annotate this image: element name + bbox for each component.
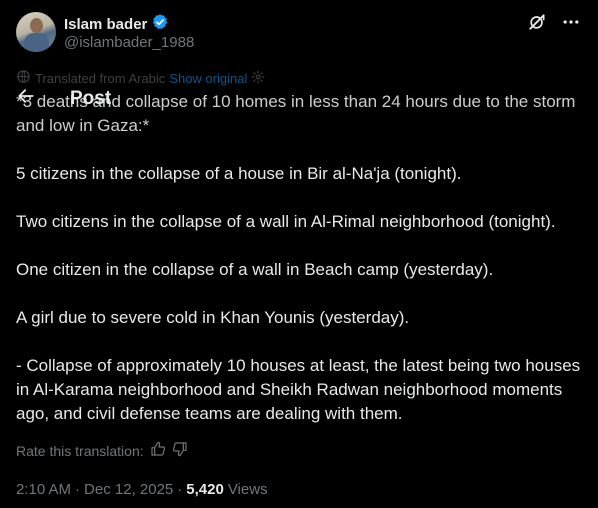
tweet-header: Islam bader @islambader_1988 — [0, 0, 598, 70]
tweet-date[interactable]: Dec 12, 2025 — [84, 481, 173, 498]
grok-icon[interactable] — [526, 11, 548, 33]
more-icon[interactable] — [560, 11, 582, 33]
page-title: Post — [70, 87, 112, 109]
thumbs-up-icon[interactable] — [150, 441, 166, 460]
header-actions — [526, 11, 582, 33]
tweet-paragraph: A girl due to severe cold in Khan Younis… — [16, 308, 410, 327]
top-nav: Post — [16, 86, 111, 111]
author-name-row: Islam bader — [64, 13, 169, 36]
author-handle[interactable]: @islambader_1988 — [64, 34, 194, 51]
tweet-paragraph: One citizen in the collapse of a wall in… — [16, 260, 494, 279]
author-name[interactable]: Islam bader — [64, 16, 147, 33]
tweet-paragraph: 5 citizens in the collapse of a house in… — [16, 164, 462, 183]
tweet-paragraph: Two citizens in the collapse of a wall i… — [16, 212, 556, 231]
avatar-figure-body — [24, 33, 49, 52]
translation-notice: Translated from Arabic Show original — [16, 69, 265, 87]
verified-badge-icon — [151, 13, 169, 36]
tweet-paragraph: - Collapse of approximately 10 houses at… — [16, 356, 581, 423]
avatar[interactable] — [16, 12, 56, 52]
rate-label: Rate this translation: — [16, 442, 144, 459]
tweet-time[interactable]: 2:10 AM — [16, 481, 71, 498]
tweet-meta: 2:10 AM · Dec 12, 2025 · 5,420 Views — [16, 481, 268, 498]
tweet-text: *3 deaths and collapse of 10 homes in le… — [16, 90, 582, 426]
rate-translation: Rate this translation: — [16, 441, 188, 460]
translate-icon — [16, 69, 31, 87]
views-label: Views — [227, 481, 268, 498]
back-arrow-icon[interactable] — [16, 86, 36, 111]
settings-icon[interactable] — [251, 70, 265, 87]
avatar-figure-head — [30, 18, 43, 33]
meta-separator: · — [177, 481, 183, 498]
thumbs-down-icon[interactable] — [172, 441, 188, 460]
meta-separator: · — [75, 481, 81, 498]
translation-label: Translated from Arabic — [35, 70, 166, 86]
views-count: 5,420 — [186, 481, 224, 498]
show-original-link[interactable]: Show original — [169, 71, 247, 86]
